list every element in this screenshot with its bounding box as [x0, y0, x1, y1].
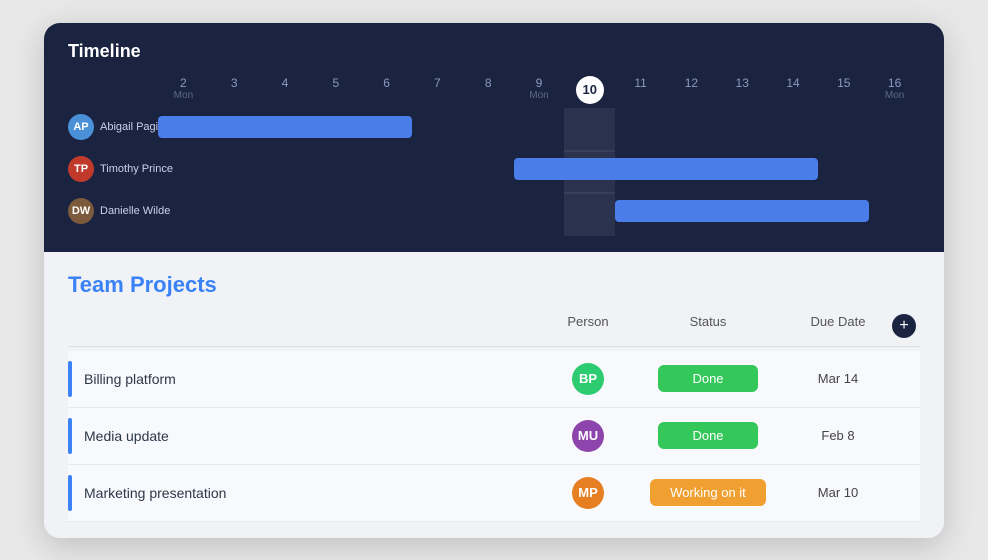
- project-row: Media update MU Done Feb 8: [68, 408, 920, 465]
- today-circle: 10: [576, 76, 604, 104]
- day-label-11: 11: [615, 76, 666, 104]
- day-label-12: 12: [666, 76, 717, 104]
- project-left-bar: [68, 475, 72, 511]
- project-rows: Billing platform BP Done Mar 14 Media update…: [68, 351, 920, 522]
- project-name: Billing platform: [84, 371, 176, 387]
- gantt-bar: [514, 158, 819, 180]
- gantt-bar: [615, 200, 869, 222]
- project-name-cell: Billing platform: [68, 361, 548, 397]
- project-name: Marketing presentation: [84, 485, 226, 501]
- due-date-cell: Mar 14: [788, 371, 888, 386]
- day-label-7: 7: [412, 76, 463, 104]
- project-name: Media update: [84, 428, 169, 444]
- day-label-4: 4: [260, 76, 311, 104]
- project-row: Marketing presentation MP Working on it Mar…: [68, 465, 920, 522]
- col-header-add[interactable]: +: [888, 314, 920, 338]
- day-label-2: 2Mon: [158, 76, 209, 104]
- col-header-status: Status: [628, 314, 788, 338]
- col-header-due: Due Date: [788, 314, 888, 338]
- bar-container: [158, 158, 920, 180]
- col-header-project: [80, 314, 548, 338]
- project-person-cell: BP: [548, 363, 628, 395]
- projects-section: Team Projects Person Status Due Date + B…: [44, 252, 944, 538]
- project-left-bar: [68, 361, 72, 397]
- col-headers: Person Status Due Date +: [68, 314, 920, 347]
- project-status-cell: Done: [628, 422, 788, 449]
- day-label-3: 3: [209, 76, 260, 104]
- day-label-8: 8: [463, 76, 514, 104]
- day-label-16: 16Mon: [869, 76, 920, 104]
- due-date-cell: Mar 10: [788, 485, 888, 500]
- projects-title: Team Projects: [68, 272, 920, 298]
- table-avatar: MP: [572, 477, 604, 509]
- project-name-cell: Marketing presentation: [68, 475, 548, 511]
- day-label-13: 13: [717, 76, 768, 104]
- day-label-9: 9Mon: [514, 76, 565, 104]
- project-status-cell: Working on it: [628, 479, 788, 506]
- project-name-cell: Media update: [68, 418, 548, 454]
- timeline-row: TPTimothy Prince: [68, 156, 920, 182]
- day-label-15: 15: [818, 76, 869, 104]
- timeline-row: DWDanielle Wilde: [68, 198, 920, 224]
- timeline-section: Timeline 2Mon3456789Mon 10 111213141516Mon…: [44, 23, 944, 252]
- day-label-6: 6: [361, 76, 412, 104]
- avatar: DW: [68, 198, 94, 224]
- timeline-rows: AP Abigail Pagi TPTimothy Prince DWDanielle…: [68, 114, 920, 224]
- status-badge: Working on it: [650, 479, 766, 506]
- avatar: AP: [68, 114, 94, 140]
- timeline-grid: 2Mon3456789Mon 10 111213141516Mon AP Abigai…: [68, 76, 920, 224]
- timeline-row: AP Abigail Pagi: [68, 114, 920, 140]
- main-card: Timeline 2Mon3456789Mon 10 111213141516Mon…: [44, 23, 944, 538]
- day-label-10: 10: [564, 76, 615, 104]
- bar-container: [158, 200, 920, 222]
- day-label-14: 14: [768, 76, 819, 104]
- timeline-header-empty: [68, 76, 158, 104]
- table-avatar: MU: [572, 420, 604, 452]
- person-name: Abigail Pagi: [100, 121, 158, 133]
- project-row: Billing platform BP Done Mar 14: [68, 351, 920, 408]
- person-info: TPTimothy Prince: [68, 156, 158, 182]
- table-avatar: BP: [572, 363, 604, 395]
- col-header-person: Person: [548, 314, 628, 338]
- project-person-cell: MP: [548, 477, 628, 509]
- project-left-bar: [68, 418, 72, 454]
- status-badge: Done: [658, 365, 758, 392]
- add-project-button[interactable]: +: [892, 314, 916, 338]
- projects-header: Team Projects: [68, 272, 920, 298]
- person-info: AP Abigail Pagi: [68, 114, 158, 140]
- project-person-cell: MU: [548, 420, 628, 452]
- status-badge: Done: [658, 422, 758, 449]
- avatar: TP: [68, 156, 94, 182]
- person-info: DWDanielle Wilde: [68, 198, 158, 224]
- project-status-cell: Done: [628, 365, 788, 392]
- timeline-title: Timeline: [68, 41, 920, 62]
- timeline-header: 2Mon3456789Mon 10 111213141516Mon: [68, 76, 920, 104]
- day-label-5: 5: [310, 76, 361, 104]
- due-date-cell: Feb 8: [788, 428, 888, 443]
- gantt-bar: [158, 116, 412, 138]
- bar-container: [158, 116, 920, 138]
